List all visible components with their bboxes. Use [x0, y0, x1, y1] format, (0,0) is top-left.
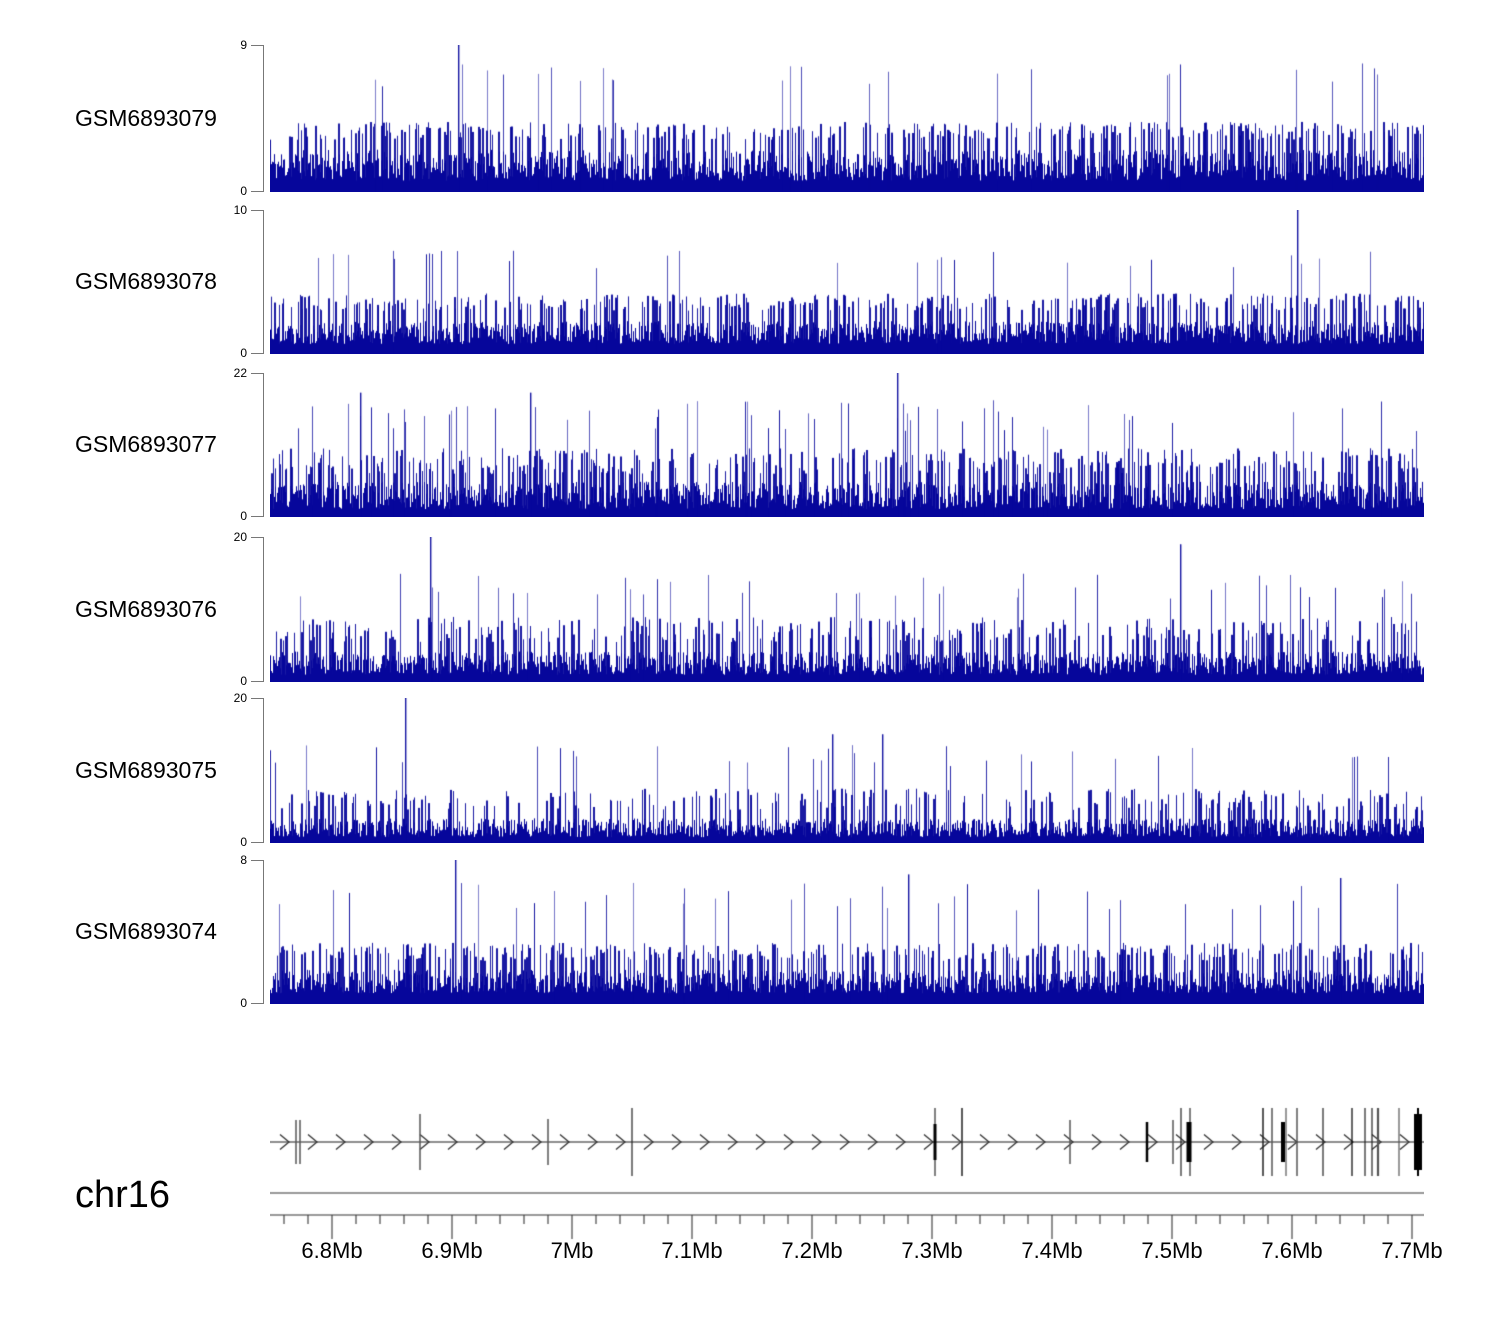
axis-tick-label: 6.8Mb	[272, 1238, 392, 1264]
y-axis-zero-label: 0	[203, 185, 247, 197]
axis-tick-label: 7.4Mb	[992, 1238, 1112, 1264]
gene-model-track	[270, 1097, 1424, 1187]
y-axis-zero-label: 0	[203, 675, 247, 687]
coverage-track: GSM6893076 20 0	[0, 537, 1500, 682]
axis-tick-label: 7Mb	[512, 1238, 632, 1264]
y-axis-zero-label: 0	[203, 347, 247, 359]
track-sample-label: GSM6893078	[75, 268, 217, 295]
y-axis-bottom-tick	[251, 681, 263, 682]
y-axis-bottom-tick	[251, 1003, 263, 1004]
axis-tick-label: 7.3Mb	[872, 1238, 992, 1264]
y-axis-bottom-tick	[251, 516, 263, 517]
chromosome-label: chr16	[75, 1174, 170, 1217]
y-axis-zero-label: 0	[203, 510, 247, 522]
track-sample-label: GSM6893079	[75, 105, 217, 132]
y-axis-top-tick	[251, 698, 263, 699]
y-axis-max-label: 10	[203, 204, 247, 216]
y-axis-bottom-tick	[251, 842, 263, 843]
y-axis-top-tick	[251, 210, 263, 211]
y-axis-bottom-tick	[251, 353, 263, 354]
track-sample-label: GSM6893076	[75, 596, 217, 623]
y-axis-top-tick	[251, 860, 263, 861]
axis-tick-label: 7.6Mb	[1232, 1238, 1352, 1264]
y-axis-top-tick	[251, 373, 263, 374]
axis-tick-label: 7.1Mb	[632, 1238, 752, 1264]
axis-tick-label: 6.9Mb	[392, 1238, 512, 1264]
track-sample-label: GSM6893074	[75, 918, 217, 945]
axis-tick-label: 7.7Mb	[1352, 1238, 1472, 1264]
y-axis-max-label: 9	[203, 39, 247, 51]
genome-browser-figure: GSM6893079 9 0 GSM6893078 10 0 GSM689307…	[0, 0, 1500, 1320]
coverage-signal-plot	[270, 537, 1424, 682]
y-axis-line	[263, 860, 264, 1004]
coverage-track: GSM6893074 8 0	[0, 860, 1500, 1004]
y-axis-top-tick	[251, 537, 263, 538]
track-sample-label: GSM6893075	[75, 757, 217, 784]
track-sample-label: GSM6893077	[75, 431, 217, 458]
y-axis-max-label: 22	[203, 367, 247, 379]
y-axis-max-label: 8	[203, 854, 247, 866]
axis-tick-label: 7.2Mb	[752, 1238, 872, 1264]
y-axis-zero-label: 0	[203, 836, 247, 848]
y-axis-max-label: 20	[203, 531, 247, 543]
y-axis-line	[263, 210, 264, 354]
coverage-track: GSM6893078 10 0	[0, 210, 1500, 354]
y-axis-zero-label: 0	[203, 997, 247, 1009]
coverage-signal-plot	[270, 373, 1424, 517]
y-axis-line	[263, 45, 264, 192]
y-axis-bottom-tick	[251, 191, 263, 192]
coverage-signal-plot	[270, 860, 1424, 1004]
coverage-signal-plot	[270, 698, 1424, 843]
coverage-track: GSM6893077 22 0	[0, 373, 1500, 517]
y-axis-line	[263, 537, 264, 682]
genome-axis-ruler	[270, 1185, 1424, 1245]
coverage-signal-plot	[270, 45, 1424, 192]
y-axis-top-tick	[251, 45, 263, 46]
y-axis-line	[263, 373, 264, 517]
y-axis-line	[263, 698, 264, 843]
coverage-track: GSM6893079 9 0	[0, 45, 1500, 192]
y-axis-max-label: 20	[203, 692, 247, 704]
axis-tick-label: 7.5Mb	[1112, 1238, 1232, 1264]
coverage-track: GSM6893075 20 0	[0, 698, 1500, 843]
coverage-signal-plot	[270, 210, 1424, 354]
